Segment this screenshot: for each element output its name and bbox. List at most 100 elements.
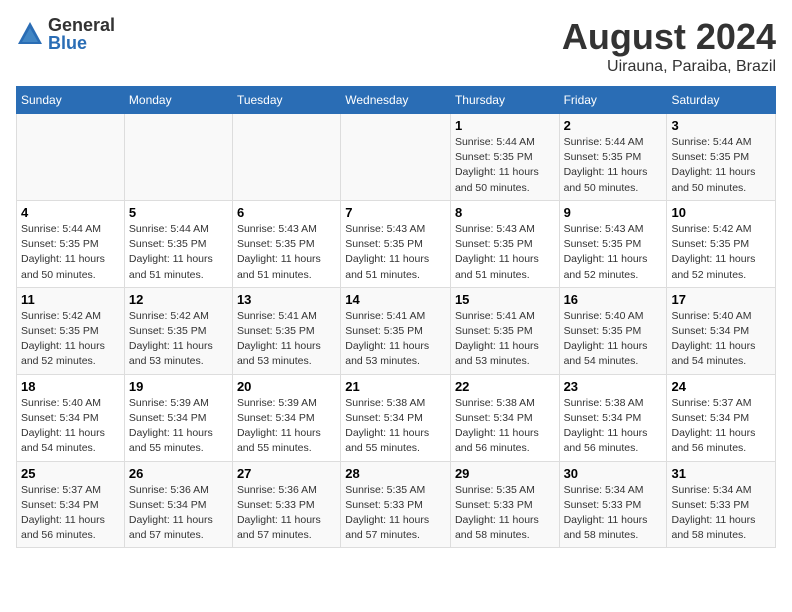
day-info: Sunrise: 5:40 AM Sunset: 5:34 PM Dayligh… [671, 309, 771, 370]
day-info: Sunrise: 5:40 AM Sunset: 5:35 PM Dayligh… [564, 309, 663, 370]
calendar-cell: 8 Sunrise: 5:43 AM Sunset: 5:35 PM Daylig… [450, 200, 559, 287]
day-number: 9 [564, 205, 663, 220]
day-number: 1 [455, 118, 555, 133]
day-info: Sunrise: 5:43 AM Sunset: 5:35 PM Dayligh… [237, 222, 336, 283]
day-number: 31 [671, 466, 771, 481]
calendar-cell: 18 Sunrise: 5:40 AM Sunset: 5:34 PM Dayli… [17, 374, 125, 461]
day-number: 24 [671, 379, 771, 394]
calendar-cell: 15 Sunrise: 5:41 AM Sunset: 5:35 PM Dayli… [450, 287, 559, 374]
day-number: 5 [129, 205, 228, 220]
day-info: Sunrise: 5:43 AM Sunset: 5:35 PM Dayligh… [345, 222, 446, 283]
calendar-week-1: 1 Sunrise: 5:44 AM Sunset: 5:35 PM Daylig… [17, 114, 776, 201]
day-number: 18 [21, 379, 120, 394]
calendar-cell [17, 114, 125, 201]
logo-icon [16, 20, 44, 48]
day-number: 12 [129, 292, 228, 307]
day-number: 28 [345, 466, 446, 481]
day-info: Sunrise: 5:34 AM Sunset: 5:33 PM Dayligh… [564, 483, 663, 544]
header-day-friday: Friday [559, 87, 667, 114]
calendar-week-4: 18 Sunrise: 5:40 AM Sunset: 5:34 PM Dayli… [17, 374, 776, 461]
day-info: Sunrise: 5:42 AM Sunset: 5:35 PM Dayligh… [129, 309, 228, 370]
day-info: Sunrise: 5:39 AM Sunset: 5:34 PM Dayligh… [237, 396, 336, 457]
day-number: 6 [237, 205, 336, 220]
calendar-cell: 22 Sunrise: 5:38 AM Sunset: 5:34 PM Dayli… [450, 374, 559, 461]
day-info: Sunrise: 5:35 AM Sunset: 5:33 PM Dayligh… [455, 483, 555, 544]
day-info: Sunrise: 5:43 AM Sunset: 5:35 PM Dayligh… [455, 222, 555, 283]
header-day-wednesday: Wednesday [341, 87, 451, 114]
logo-blue: Blue [48, 34, 115, 52]
calendar-cell: 20 Sunrise: 5:39 AM Sunset: 5:34 PM Dayli… [232, 374, 340, 461]
calendar-cell: 28 Sunrise: 5:35 AM Sunset: 5:33 PM Dayli… [341, 461, 451, 548]
day-number: 23 [564, 379, 663, 394]
calendar-cell: 12 Sunrise: 5:42 AM Sunset: 5:35 PM Dayli… [124, 287, 232, 374]
logo-text: General Blue [48, 16, 115, 52]
calendar-cell: 5 Sunrise: 5:44 AM Sunset: 5:35 PM Daylig… [124, 200, 232, 287]
day-info: Sunrise: 5:41 AM Sunset: 5:35 PM Dayligh… [455, 309, 555, 370]
calendar-cell: 17Sunrise: 5:40 AM Sunset: 5:34 PM Dayli… [667, 287, 776, 374]
calendar-table: SundayMondayTuesdayWednesdayThursdayFrid… [16, 86, 776, 548]
day-number: 2 [564, 118, 663, 133]
header-day-monday: Monday [124, 87, 232, 114]
day-number: 29 [455, 466, 555, 481]
calendar-cell: 26 Sunrise: 5:36 AM Sunset: 5:34 PM Dayli… [124, 461, 232, 548]
calendar-cell: 11Sunrise: 5:42 AM Sunset: 5:35 PM Dayli… [17, 287, 125, 374]
calendar-cell: 10Sunrise: 5:42 AM Sunset: 5:35 PM Dayli… [667, 200, 776, 287]
day-info: Sunrise: 5:44 AM Sunset: 5:35 PM Dayligh… [129, 222, 228, 283]
calendar-cell: 9 Sunrise: 5:43 AM Sunset: 5:35 PM Daylig… [559, 200, 667, 287]
header-row: SundayMondayTuesdayWednesdayThursdayFrid… [17, 87, 776, 114]
day-number: 8 [455, 205, 555, 220]
calendar-cell: 2 Sunrise: 5:44 AM Sunset: 5:35 PM Daylig… [559, 114, 667, 201]
calendar-cell: 25Sunrise: 5:37 AM Sunset: 5:34 PM Dayli… [17, 461, 125, 548]
calendar-cell: 19 Sunrise: 5:39 AM Sunset: 5:34 PM Dayli… [124, 374, 232, 461]
title-section: August 2024 Uirauna, Paraiba, Brazil [562, 16, 776, 76]
day-number: 22 [455, 379, 555, 394]
calendar-cell: 24Sunrise: 5:37 AM Sunset: 5:34 PM Dayli… [667, 374, 776, 461]
day-number: 19 [129, 379, 228, 394]
logo: General Blue [16, 16, 115, 52]
day-info: Sunrise: 5:36 AM Sunset: 5:34 PM Dayligh… [129, 483, 228, 544]
day-info: Sunrise: 5:38 AM Sunset: 5:34 PM Dayligh… [564, 396, 663, 457]
calendar-cell: 7 Sunrise: 5:43 AM Sunset: 5:35 PM Daylig… [341, 200, 451, 287]
calendar-cell: 4 Sunrise: 5:44 AM Sunset: 5:35 PM Daylig… [17, 200, 125, 287]
day-info: Sunrise: 5:35 AM Sunset: 5:33 PM Dayligh… [345, 483, 446, 544]
calendar-cell: 30Sunrise: 5:34 AM Sunset: 5:33 PM Dayli… [559, 461, 667, 548]
calendar-cell: 31Sunrise: 5:34 AM Sunset: 5:33 PM Dayli… [667, 461, 776, 548]
calendar-cell: 23 Sunrise: 5:38 AM Sunset: 5:34 PM Dayli… [559, 374, 667, 461]
calendar-subtitle: Uirauna, Paraiba, Brazil [562, 58, 776, 76]
day-number: 13 [237, 292, 336, 307]
day-info: Sunrise: 5:38 AM Sunset: 5:34 PM Dayligh… [455, 396, 555, 457]
calendar-week-3: 11Sunrise: 5:42 AM Sunset: 5:35 PM Dayli… [17, 287, 776, 374]
day-number: 26 [129, 466, 228, 481]
calendar-week-5: 25Sunrise: 5:37 AM Sunset: 5:34 PM Dayli… [17, 461, 776, 548]
day-info: Sunrise: 5:44 AM Sunset: 5:35 PM Dayligh… [564, 135, 663, 196]
calendar-cell: 13 Sunrise: 5:41 AM Sunset: 5:35 PM Dayli… [232, 287, 340, 374]
calendar-cell [232, 114, 340, 201]
day-number: 7 [345, 205, 446, 220]
day-number: 16 [564, 292, 663, 307]
day-info: Sunrise: 5:43 AM Sunset: 5:35 PM Dayligh… [564, 222, 663, 283]
calendar-cell [124, 114, 232, 201]
day-number: 15 [455, 292, 555, 307]
calendar-title: August 2024 [562, 16, 776, 58]
day-info: Sunrise: 5:44 AM Sunset: 5:35 PM Dayligh… [455, 135, 555, 196]
day-number: 21 [345, 379, 446, 394]
day-number: 20 [237, 379, 336, 394]
day-number: 25 [21, 466, 120, 481]
day-info: Sunrise: 5:36 AM Sunset: 5:33 PM Dayligh… [237, 483, 336, 544]
header-day-thursday: Thursday [450, 87, 559, 114]
day-info: Sunrise: 5:41 AM Sunset: 5:35 PM Dayligh… [237, 309, 336, 370]
header-day-tuesday: Tuesday [232, 87, 340, 114]
day-number: 3 [671, 118, 771, 133]
day-info: Sunrise: 5:41 AM Sunset: 5:35 PM Dayligh… [345, 309, 446, 370]
day-number: 4 [21, 205, 120, 220]
day-number: 27 [237, 466, 336, 481]
calendar-cell [341, 114, 451, 201]
calendar-cell: 21Sunrise: 5:38 AM Sunset: 5:34 PM Dayli… [341, 374, 451, 461]
calendar-cell: 6 Sunrise: 5:43 AM Sunset: 5:35 PM Daylig… [232, 200, 340, 287]
day-number: 14 [345, 292, 446, 307]
calendar-cell: 29 Sunrise: 5:35 AM Sunset: 5:33 PM Dayli… [450, 461, 559, 548]
day-info: Sunrise: 5:44 AM Sunset: 5:35 PM Dayligh… [21, 222, 120, 283]
day-info: Sunrise: 5:39 AM Sunset: 5:34 PM Dayligh… [129, 396, 228, 457]
header-day-sunday: Sunday [17, 87, 125, 114]
day-info: Sunrise: 5:40 AM Sunset: 5:34 PM Dayligh… [21, 396, 120, 457]
